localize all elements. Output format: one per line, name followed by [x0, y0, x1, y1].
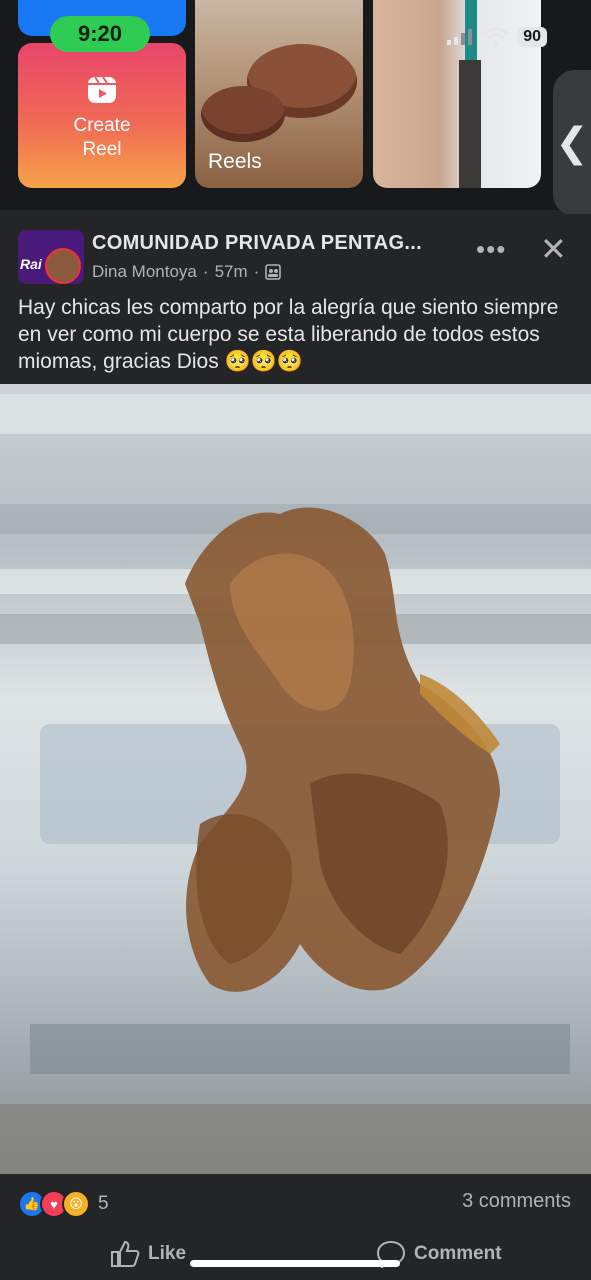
tool-image: [459, 60, 481, 188]
author-name[interactable]: Dina Montoya: [92, 262, 197, 282]
reels-label: Reels: [208, 150, 262, 173]
post-meta: Dina Montoya · 57m ·: [92, 262, 282, 282]
meta-separator: ·: [253, 262, 260, 281]
like-label: Like: [148, 1243, 187, 1264]
wow-reaction-icon: 😮: [62, 1190, 90, 1218]
cake-image: [201, 86, 285, 142]
reels-icon: [88, 76, 116, 103]
post-header: Rai COMUNIDAD PRIVADA PENTAG... Dina Mon…: [0, 214, 591, 384]
reaction-count: 5: [98, 1193, 109, 1214]
battery-indicator: 90: [517, 27, 547, 47]
meta-separator: ·: [202, 262, 209, 281]
comment-label: Comment: [414, 1243, 502, 1264]
members-audience-icon: [265, 264, 282, 280]
post-footer: 👍 ♥ 😮 5 3 comments Like Comment: [0, 1174, 591, 1280]
wifi-icon: [483, 28, 510, 46]
post-text: Hay chicas les comparto por la alegría q…: [18, 296, 559, 373]
status-time: 9:20: [50, 16, 150, 52]
avatar-photo: [45, 248, 81, 284]
comment-count[interactable]: 3 comments: [462, 1190, 571, 1213]
create-reel-card[interactable]: Create Reel: [18, 43, 186, 188]
group-name[interactable]: COMUNIDAD PRIVADA PENTAG...: [92, 232, 422, 255]
home-indicator[interactable]: [190, 1260, 400, 1267]
thumbs-up-icon: [111, 1240, 140, 1267]
status-icons: 90: [447, 27, 547, 47]
reaction-summary[interactable]: 👍 ♥ 😮 5: [18, 1190, 109, 1218]
signal-icon: [447, 29, 473, 45]
post-time[interactable]: 57m: [215, 262, 248, 282]
create-reel-label: Create Reel: [73, 115, 131, 160]
more-options-icon[interactable]: •••: [476, 234, 506, 265]
side-collapse-tab[interactable]: ❮: [553, 70, 591, 216]
like-button[interactable]: Like: [110, 1240, 186, 1268]
post-photo[interactable]: [0, 384, 591, 1174]
reel-thumbnail-cakes[interactable]: Reels: [195, 0, 363, 188]
avatar-logo: Rai: [20, 256, 42, 272]
jar-photo-illustration: [0, 394, 591, 1174]
group-avatar[interactable]: Rai: [18, 230, 84, 284]
close-icon[interactable]: ✕: [540, 230, 567, 268]
